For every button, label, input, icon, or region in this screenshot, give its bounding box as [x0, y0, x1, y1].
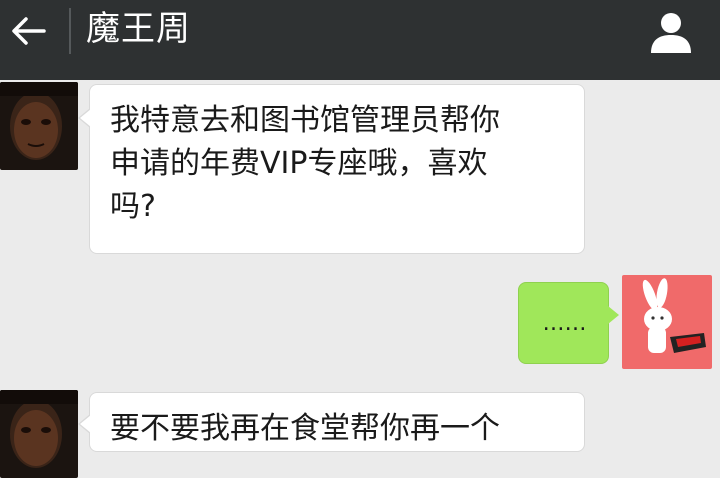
- person-icon: [651, 13, 691, 53]
- back-button[interactable]: [0, 0, 56, 62]
- message-bubble[interactable]: 我特意去和图书馆管理员帮你 申请的年费VIP专座哦，喜欢 吗?: [89, 84, 585, 254]
- bubble-tail: [80, 109, 91, 127]
- user-avatar-rabbit: [622, 275, 712, 369]
- contact-avatar[interactable]: [0, 390, 78, 478]
- message-bubble[interactable]: 要不要我再在食堂帮你再一个: [89, 392, 585, 452]
- bubble-tail: [80, 415, 91, 433]
- message-text: 我特意去和图书馆管理员帮你 申请的年费VIP专座哦，喜欢 吗?: [110, 103, 500, 224]
- message-bubble[interactable]: ……: [518, 282, 609, 364]
- contact-avatar-photo: [0, 82, 78, 170]
- bubble-tail: [608, 306, 619, 324]
- user-avatar[interactable]: [622, 275, 712, 369]
- profile-button[interactable]: [642, 4, 700, 60]
- header-divider: [69, 8, 71, 54]
- arrow-left-icon: [12, 17, 46, 45]
- message-text: 要不要我再在食堂帮你再一个: [110, 411, 500, 446]
- chat-title: 魔王周: [86, 9, 191, 49]
- chat-header: 魔王周: [0, 0, 720, 80]
- message-text: ……: [542, 311, 587, 336]
- contact-avatar[interactable]: [0, 82, 78, 170]
- contact-avatar-photo: [0, 390, 78, 478]
